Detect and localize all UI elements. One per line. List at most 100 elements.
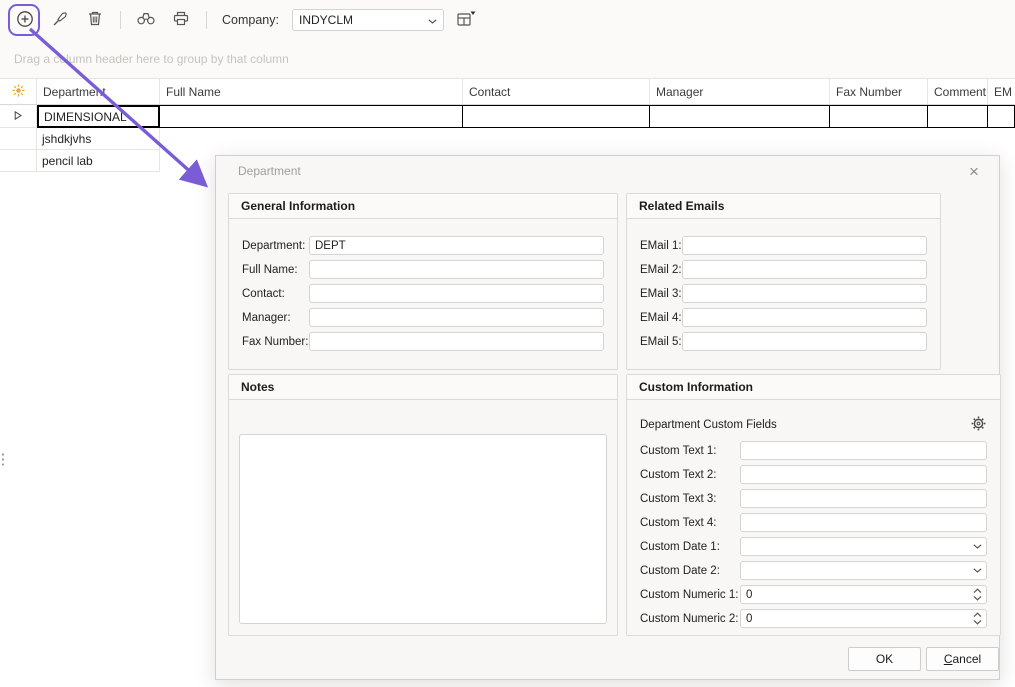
- company-select-value: INDYCLM: [299, 13, 428, 27]
- add-circle-icon: [16, 10, 34, 31]
- cell-email[interactable]: [988, 105, 1015, 128]
- email-5-label: EMail 5:: [640, 336, 682, 348]
- binoculars-icon: [137, 12, 155, 28]
- row-indicator-cell: [0, 128, 37, 150]
- column-header-manager[interactable]: Manager: [650, 79, 830, 104]
- manager-label: Manager:: [242, 312, 309, 324]
- email-3-input[interactable]: [682, 284, 927, 303]
- company-select[interactable]: INDYCLM: [292, 9, 444, 31]
- row-indicator-header[interactable]: [0, 79, 37, 104]
- email-4-label: EMail 4:: [640, 312, 682, 324]
- custom-date-1-select[interactable]: [740, 537, 987, 556]
- cell-fax-number[interactable]: [830, 105, 928, 128]
- printer-icon: [173, 11, 189, 29]
- cell-department[interactable]: jshdkjvhs: [37, 128, 160, 150]
- custom-fields-section-label: Department Custom Fields: [640, 419, 777, 431]
- fax-number-input[interactable]: [309, 332, 604, 351]
- custom-fields-settings-button[interactable]: [969, 416, 987, 434]
- row-pointer-icon: [14, 109, 22, 123]
- notes-textarea[interactable]: [239, 434, 607, 624]
- custom-text-2-input[interactable]: [740, 465, 987, 484]
- table-row[interactable]: DIMENSIONAL: [0, 105, 1015, 128]
- chevron-down-icon: [973, 544, 982, 549]
- cell-full-name[interactable]: [160, 105, 463, 128]
- fax-number-label: Fax Number:: [242, 336, 309, 348]
- custom-numeric-2-label: Custom Numeric 2:: [640, 613, 740, 625]
- table-row[interactable]: jshdkjvhs: [0, 128, 1015, 150]
- column-header-contact[interactable]: Contact: [463, 79, 650, 104]
- layout-grid-icon: [457, 10, 476, 30]
- layout-options-button[interactable]: [455, 8, 479, 32]
- dialog-title: Department: [238, 164, 301, 178]
- custom-text-4-input[interactable]: [740, 513, 987, 532]
- full-name-input[interactable]: [309, 260, 604, 279]
- contact-label: Contact:: [242, 288, 309, 300]
- company-label: Company:: [222, 13, 279, 27]
- cell-department[interactable]: DIMENSIONAL: [37, 105, 160, 128]
- find-button[interactable]: [134, 8, 158, 32]
- department-dialog: Department × General Information Departm…: [215, 155, 1000, 680]
- cell-contact[interactable]: [463, 105, 650, 128]
- custom-information-group: Custom Information Department Custom Fie…: [626, 374, 1001, 636]
- custom-text-1-label: Custom Text 1:: [640, 445, 740, 457]
- add-button[interactable]: [13, 8, 37, 32]
- delete-button[interactable]: [83, 8, 107, 32]
- splitter-grip[interactable]: [1, 452, 5, 468]
- group-by-hint: Drag a column header here to group by th…: [14, 52, 289, 66]
- custom-text-3-label: Custom Text 3:: [640, 493, 740, 505]
- contact-input[interactable]: [309, 284, 604, 303]
- general-information-group: General Information Department: Full Nam…: [228, 193, 618, 370]
- email-1-input[interactable]: [682, 236, 927, 255]
- row-indicator-cell: [0, 105, 37, 128]
- custom-numeric-1-label: Custom Numeric 1:: [640, 589, 740, 601]
- grid-header-row: Department Full Name Contact Manager Fax…: [0, 78, 1015, 105]
- email-2-label: EMail 2:: [640, 264, 682, 276]
- column-header-email[interactable]: EM: [988, 79, 1015, 104]
- column-header-fax-number[interactable]: Fax Number: [830, 79, 928, 104]
- group-title: Notes: [229, 375, 617, 400]
- cancel-button[interactable]: Cancel: [926, 647, 999, 671]
- chevron-down-icon: [428, 13, 437, 27]
- custom-text-2-label: Custom Text 2:: [640, 469, 740, 481]
- custom-text-1-input[interactable]: [740, 441, 987, 460]
- close-icon: ×: [969, 162, 979, 181]
- email-5-input[interactable]: [682, 332, 927, 351]
- email-1-label: EMail 1:: [640, 240, 682, 252]
- trash-icon: [88, 11, 102, 29]
- row-indicator-cell: [0, 150, 37, 172]
- email-4-input[interactable]: [682, 308, 927, 327]
- custom-text-4-label: Custom Text 4:: [640, 517, 740, 529]
- toolbar: Company: INDYCLM: [0, 0, 1015, 40]
- screwdriver-icon: [52, 11, 68, 30]
- ok-button[interactable]: OK: [848, 647, 921, 671]
- department-input[interactable]: [309, 236, 604, 255]
- manager-input[interactable]: [309, 308, 604, 327]
- column-header-comment[interactable]: Comment: [928, 79, 988, 104]
- custom-date-2-select[interactable]: [740, 561, 987, 580]
- spinner-up-down-icon[interactable]: [973, 588, 982, 601]
- cell-department[interactable]: pencil lab: [37, 150, 160, 172]
- custom-date-1-label: Custom Date 1:: [640, 541, 740, 553]
- sun-icon: [12, 84, 25, 100]
- custom-numeric-1-input[interactable]: 0: [740, 585, 987, 604]
- department-label: Department:: [242, 240, 309, 252]
- close-button[interactable]: ×: [961, 160, 987, 184]
- email-2-input[interactable]: [682, 260, 927, 279]
- gear-icon: [971, 416, 986, 434]
- custom-text-3-input[interactable]: [740, 489, 987, 508]
- email-3-label: EMail 3:: [640, 288, 682, 300]
- custom-date-2-label: Custom Date 2:: [640, 565, 740, 577]
- group-by-panel[interactable]: Drag a column header here to group by th…: [0, 40, 1015, 78]
- custom-numeric-2-input[interactable]: 0: [740, 609, 987, 628]
- spinner-up-down-icon[interactable]: [973, 612, 982, 625]
- print-button[interactable]: [169, 8, 193, 32]
- cell-comment[interactable]: [928, 105, 988, 128]
- edit-button[interactable]: [48, 8, 72, 32]
- full-name-label: Full Name:: [242, 264, 309, 276]
- group-title: General Information: [229, 194, 617, 219]
- chevron-down-icon: [973, 568, 982, 573]
- column-header-department[interactable]: Department: [37, 79, 160, 104]
- group-title: Custom Information: [627, 375, 1000, 400]
- cell-manager[interactable]: [650, 105, 830, 128]
- column-header-full-name[interactable]: Full Name: [160, 79, 463, 104]
